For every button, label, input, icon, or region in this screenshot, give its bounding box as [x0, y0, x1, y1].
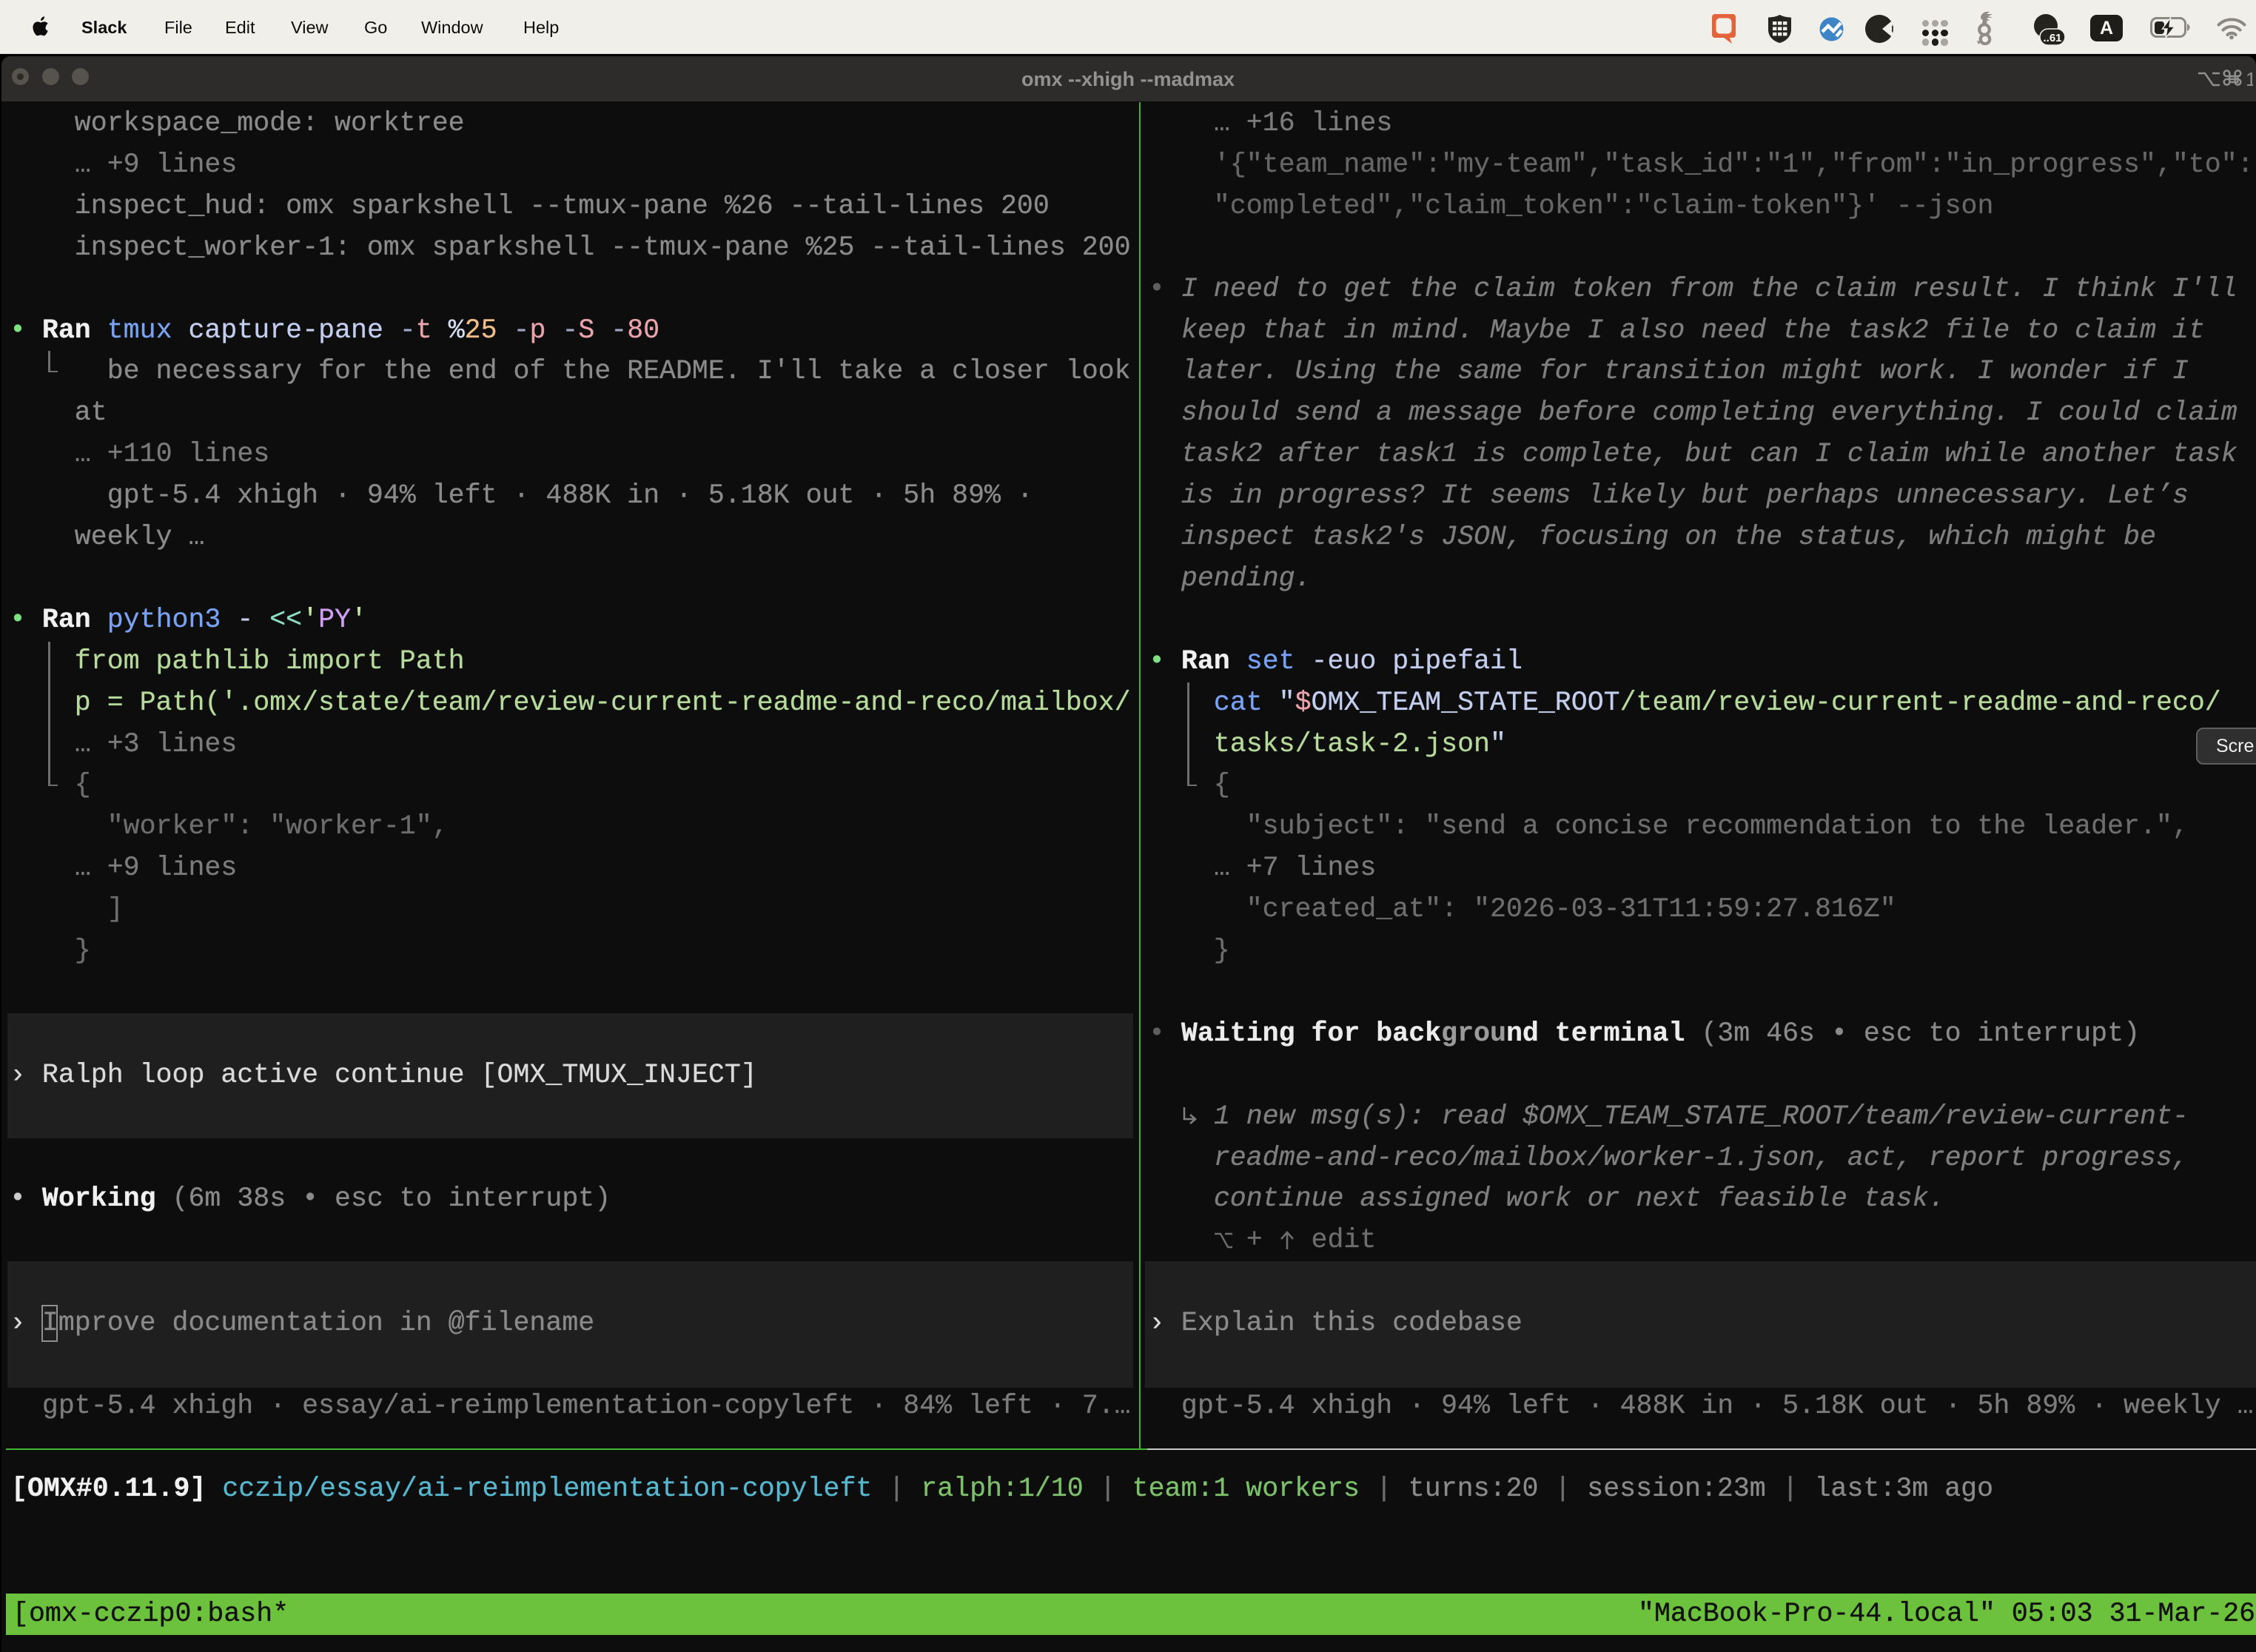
svg-text:..61: ..61 [2043, 32, 2061, 44]
svg-text:1: 1 [2246, 68, 2253, 90]
